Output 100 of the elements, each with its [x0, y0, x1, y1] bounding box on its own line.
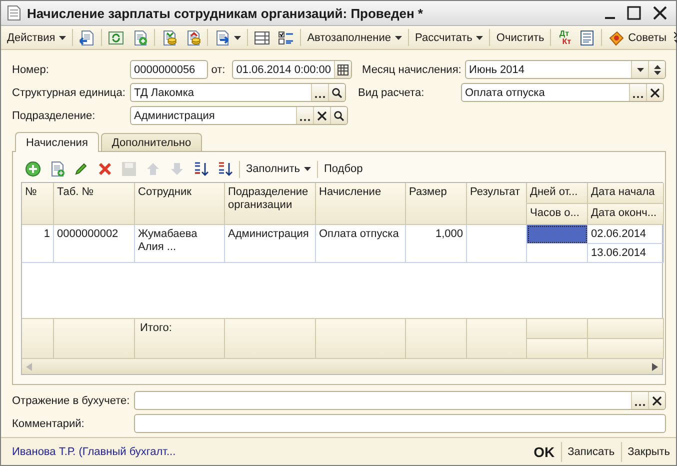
footer-button[interactable]: Закрыть	[620, 442, 676, 462]
input-field[interactable]	[134, 414, 666, 433]
checklist-icon	[278, 30, 294, 46]
input-field[interactable]	[134, 391, 666, 410]
input-field[interactable]: ТД Лакомка	[130, 83, 346, 102]
caret-icon	[395, 36, 402, 40]
input-field[interactable]: Июнь 2014	[465, 60, 666, 79]
select-button[interactable]	[296, 107, 313, 124]
column-header[interactable]: Таб. №	[54, 183, 135, 225]
delete-icon	[97, 161, 113, 177]
scroll-right-icon	[652, 362, 658, 370]
search-button[interactable]	[328, 84, 345, 101]
spin-button[interactable]	[648, 61, 665, 78]
column-header[interactable]: Дата оконч...	[588, 204, 664, 225]
toolbar-button[interactable]: Дт Кт	[553, 28, 576, 46]
refresh-icon	[108, 30, 124, 46]
column-header[interactable]: Дата начала	[588, 183, 664, 204]
author-link[interactable]: Иванова Т.Р. (Главный бухгалт...	[12, 446, 528, 458]
calendar-button[interactable]	[334, 61, 352, 78]
document-arrow-icon	[214, 30, 230, 46]
total-cell: Итого:	[135, 319, 225, 359]
tab[interactable]: Дополнительно	[100, 133, 202, 151]
total-cell	[527, 319, 588, 339]
column-header[interactable]: Размер	[406, 183, 467, 225]
document-plus-icon	[132, 30, 148, 46]
caret-icon	[304, 167, 312, 171]
save-icon	[121, 161, 137, 177]
caret-icon	[476, 36, 484, 40]
footer-button[interactable]: Записать	[560, 442, 621, 462]
field-label: Структурная единица:	[12, 86, 126, 98]
table-cell: Жумабаева Алия ...	[135, 225, 225, 263]
copy-icon	[49, 161, 65, 177]
field-label: от:	[211, 64, 226, 76]
column-header[interactable]: Начисление	[316, 183, 406, 225]
select-button[interactable]	[629, 84, 646, 101]
column-header[interactable]: Результат	[467, 183, 527, 225]
dropdown-button[interactable]	[631, 61, 648, 78]
input-field[interactable]: 01.06.2014 0:00:00	[232, 60, 352, 79]
calendar-icon	[337, 64, 350, 76]
field-label: Вид расчета:	[358, 86, 426, 98]
close-icon	[653, 6, 667, 20]
scroll-left-icon	[26, 362, 32, 370]
toolbar-button[interactable]: Советы	[604, 28, 671, 48]
column-header[interactable]: Сотрудник	[135, 183, 225, 225]
clear-button[interactable]	[646, 84, 663, 101]
column-header[interactable]: №	[22, 183, 54, 225]
input-field[interactable]: 0000000056	[130, 60, 208, 79]
table-cell: Администрация	[225, 225, 316, 263]
window-title: Начисление зарплаты сотрудникам организаций: Проведен *	[27, 6, 424, 20]
sort-icon	[217, 161, 233, 177]
tab[interactable]: Начисления	[15, 132, 99, 152]
table-cell: 0000000002	[54, 225, 135, 263]
footer-button[interactable]: OK	[528, 442, 561, 462]
select-button[interactable]	[631, 392, 648, 409]
total-cell	[467, 319, 527, 359]
field-label: Отражение в бухучете:	[12, 394, 131, 406]
sort-icon	[193, 161, 209, 177]
total-cell	[406, 319, 467, 359]
search-button[interactable]	[330, 107, 347, 124]
total-cell	[22, 319, 54, 359]
select-button[interactable]	[311, 84, 328, 101]
menu-button[interactable]: Рассчитать	[411, 28, 488, 48]
document-coins-icon	[161, 30, 178, 46]
toolbar-button[interactable]: Подбор	[320, 159, 367, 179]
menu-button[interactable]: Действия	[3, 28, 70, 48]
column-header[interactable]: Дней от...	[527, 183, 588, 204]
input-field[interactable]: Администрация	[130, 106, 348, 125]
table-cell: Оплата отпуска	[316, 225, 406, 263]
maximize-button[interactable]	[624, 6, 644, 20]
document-icon	[7, 5, 21, 21]
arrow-down-icon	[169, 161, 185, 177]
pencil-icon	[73, 161, 89, 177]
maximize-icon	[627, 6, 641, 20]
toolbar-button[interactable]: Очистить	[492, 28, 548, 48]
column-header[interactable]: Часов о...	[527, 204, 588, 225]
table-cell: 1,000	[406, 225, 467, 263]
field-label: Месяц начисления:	[362, 64, 462, 76]
horizontal-scrollbar[interactable]	[21, 359, 663, 375]
close-icon	[317, 110, 327, 120]
table-cell: 13.06.2014	[588, 244, 664, 263]
caret-icon	[234, 36, 242, 40]
clear-button[interactable]	[313, 107, 330, 124]
menu-button[interactable]: Заполнить	[242, 159, 316, 179]
table-cell: 1	[22, 225, 54, 263]
list-icon	[254, 30, 270, 46]
input-field[interactable]: Оплата отпуска	[461, 83, 664, 102]
search-icon	[334, 110, 344, 120]
minimize-icon	[605, 17, 615, 19]
clear-button[interactable]	[648, 392, 665, 409]
arrow-up-icon	[145, 161, 161, 177]
spin-icon	[654, 64, 660, 76]
table-cell: 02.06.2014	[588, 225, 664, 244]
total-cell	[527, 339, 588, 359]
close-icon	[652, 396, 662, 406]
field-label: Комментарий:	[12, 418, 86, 430]
report-icon	[579, 30, 596, 46]
field-label: Номер:	[12, 64, 50, 76]
column-header[interactable]: Подразделение организации	[225, 183, 316, 225]
caret-icon	[636, 68, 644, 72]
menu-button[interactable]: Автозаполнение	[303, 28, 406, 48]
